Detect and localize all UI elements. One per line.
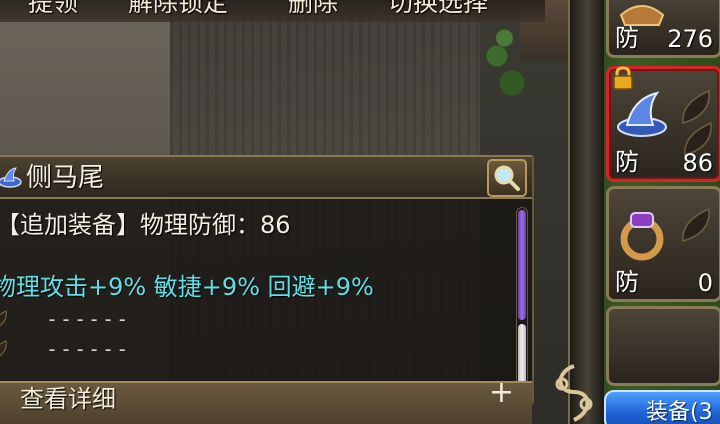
- magnifier-icon: [494, 165, 520, 191]
- empty-enchant-slot: ------: [46, 307, 131, 331]
- ring-icon: [620, 212, 664, 261]
- item-defense-stat: 【追加装备】物理防御：86: [0, 211, 291, 239]
- slot-stat-value: 86: [682, 149, 713, 177]
- equipment-column-frame: [568, 0, 604, 424]
- item-detail-body: 【追加装备】物理防御：86 物理攻击+9% 敏捷+9% 回避+9% ------…: [0, 201, 512, 373]
- item-name: 侧马尾: [26, 163, 105, 193]
- equip-slot-1[interactable]: 防 276: [606, 0, 720, 58]
- detail-scrollbar[interactable]: [516, 207, 528, 399]
- menu-item-unlock[interactable]: 解除锁定: [128, 0, 228, 18]
- empty-enchant-slot: ------: [46, 337, 131, 361]
- menu-item-toggle-select[interactable]: 切换选择: [388, 0, 488, 18]
- equipment-tab[interactable]: 装备(3: [604, 390, 720, 424]
- leaf-slot-icon: [682, 207, 710, 242]
- foliage: [482, 20, 532, 110]
- slot-stat-label: 防: [615, 268, 639, 296]
- equip-slot-4[interactable]: [606, 306, 720, 386]
- scroll-ornament-icon: [555, 364, 593, 422]
- item-detail-panel: 侧马尾 【追加装备】物理防御：86 物理攻击+9% 敏捷+9% 回避+9% --…: [0, 155, 534, 424]
- magnify-button[interactable]: [487, 159, 527, 197]
- item-action-menu: 提领 解除锁定 删除 切换选择: [0, 0, 545, 22]
- leaf-slot-icon: [0, 340, 7, 357]
- slot-stat-label: 防: [615, 24, 639, 52]
- expand-plus-icon: +: [488, 375, 514, 410]
- menu-item-claim[interactable]: 提领: [28, 0, 78, 18]
- slot-stat-label: 防: [615, 148, 639, 176]
- view-details-label: 查看详细: [20, 385, 116, 413]
- lock-icon: [613, 66, 633, 90]
- item-detail-header: 侧马尾: [0, 157, 532, 199]
- item-bonus-stats: 物理攻击+9% 敏捷+9% 回避+9%: [0, 273, 374, 301]
- wizard-hat-icon: [617, 91, 667, 137]
- wizard-hat-icon: [0, 167, 22, 188]
- slot-stat-value: 0: [697, 269, 713, 297]
- menu-item-delete[interactable]: 删除: [288, 0, 338, 18]
- view-details-button[interactable]: 查看详细 +: [0, 375, 532, 424]
- equip-slot-3[interactable]: 防 0: [606, 186, 720, 302]
- slot-stat-value: 276: [667, 25, 713, 53]
- equipment-tab-label: 装备(3: [646, 400, 713, 424]
- scrollbar-thumb[interactable]: [518, 210, 526, 320]
- leaf-slot-icon: [0, 310, 7, 327]
- leaf-slot-icon: [682, 89, 710, 124]
